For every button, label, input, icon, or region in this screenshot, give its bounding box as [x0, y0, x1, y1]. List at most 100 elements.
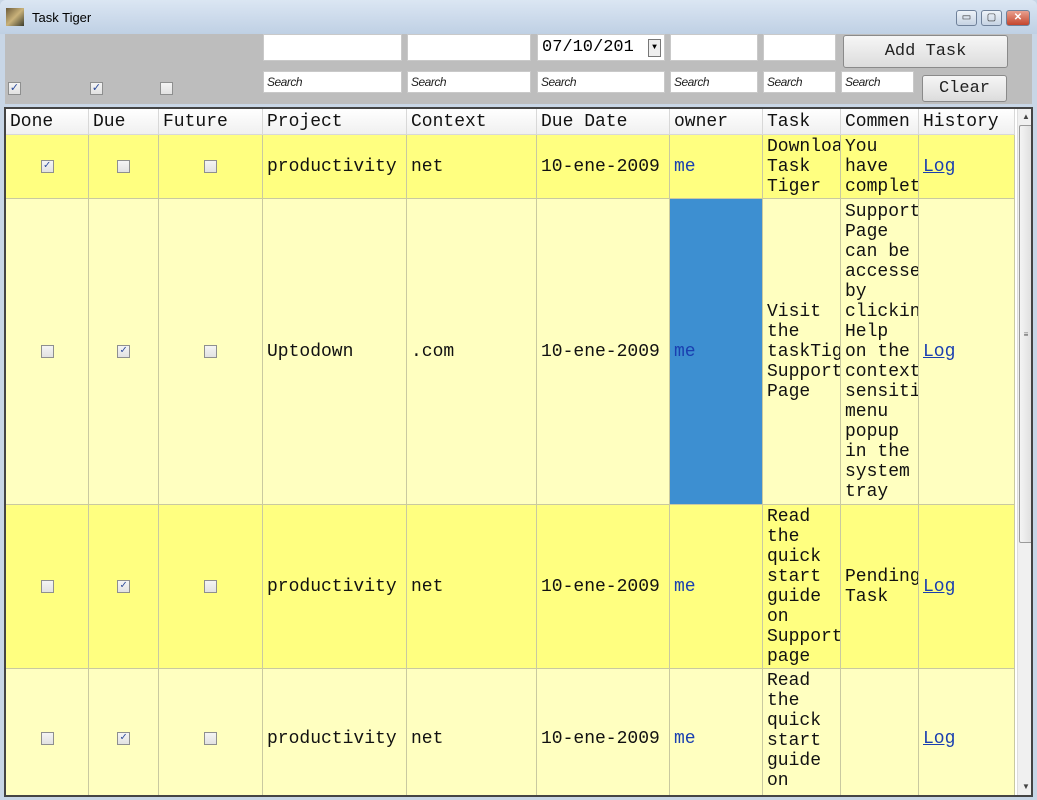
done-checkbox[interactable] — [40, 732, 54, 745]
cell-comments[interactable]: Support Page can be accessed by clicking… — [841, 199, 919, 505]
cell-due[interactable] — [89, 135, 159, 199]
tiger-app-icon — [6, 8, 24, 26]
cell-task[interactable]: Download Task Tiger — [763, 135, 841, 199]
cell-done[interactable] — [6, 669, 89, 795]
cell-future[interactable] — [159, 669, 263, 795]
done-checkbox[interactable] — [40, 345, 54, 358]
scrollbar-thumb[interactable]: ≡ — [1019, 125, 1031, 543]
cell-context[interactable]: .com — [407, 199, 537, 505]
cell-future[interactable] — [159, 199, 263, 505]
project-input[interactable] — [263, 34, 402, 61]
future-checkbox[interactable] — [204, 160, 217, 173]
log-link[interactable]: Log — [923, 342, 955, 362]
future-checkbox[interactable] — [204, 580, 217, 593]
vertical-scrollbar[interactable]: ▲ ≡ ▼ — [1017, 109, 1031, 795]
cell-due[interactable]: ✓ — [89, 199, 159, 505]
column-header-owner[interactable]: owner — [670, 109, 763, 135]
column-header-future[interactable]: Future — [159, 109, 263, 135]
due-date-search[interactable]: Search — [537, 71, 665, 93]
log-link[interactable]: Log — [923, 157, 955, 177]
due-checkbox[interactable] — [117, 160, 130, 173]
column-header-comments[interactable]: Commen — [841, 109, 919, 135]
due-filter-checkbox[interactable]: ✓ — [90, 82, 103, 95]
due_date-text: 10-ene-2009 — [541, 341, 660, 362]
cell-comments[interactable] — [841, 669, 919, 795]
cell-context[interactable]: net — [407, 505, 537, 669]
cell-task[interactable]: Read the quick start guide on Support pa… — [763, 505, 841, 669]
cell-history[interactable]: Log — [919, 135, 1015, 199]
due-date-picker[interactable]: 07/10/201 ▼ — [537, 34, 665, 61]
column-header-task[interactable]: Task — [763, 109, 841, 135]
scroll-down-arrow-icon[interactable]: ▼ — [1018, 779, 1031, 795]
context-search[interactable]: Search — [407, 71, 531, 93]
cell-done[interactable]: ✓ — [6, 135, 89, 199]
column-header-history[interactable]: History — [919, 109, 1015, 135]
column-header-label: History — [923, 111, 999, 132]
cell-owner[interactable]: me — [670, 199, 763, 505]
clear-button[interactable]: Clear — [922, 75, 1007, 102]
column-header-project[interactable]: Project — [263, 109, 407, 135]
project-search[interactable]: Search — [263, 71, 402, 93]
log-link[interactable]: Log — [923, 729, 955, 749]
cell-future[interactable] — [159, 135, 263, 199]
cell-history[interactable]: Log — [919, 199, 1015, 505]
owner-text: me — [674, 728, 696, 749]
done-checkbox[interactable]: ✓ — [40, 160, 54, 173]
cell-future[interactable] — [159, 505, 263, 669]
column-header-label: Done — [10, 111, 54, 132]
column-header-context[interactable]: Context — [407, 109, 537, 135]
dropdown-arrow-icon[interactable]: ▼ — [648, 39, 661, 57]
due-checkbox[interactable]: ✓ — [117, 580, 130, 593]
cell-context[interactable]: net — [407, 669, 537, 795]
future-checkbox[interactable] — [204, 345, 217, 358]
context-input[interactable] — [407, 34, 531, 61]
cell-comments[interactable]: Pending Task — [841, 505, 919, 669]
minimize-button[interactable]: ▭ — [956, 10, 977, 26]
cell-history[interactable]: Log — [919, 669, 1015, 795]
add-task-button[interactable]: Add Task — [843, 35, 1008, 68]
cell-due_date[interactable]: 10-ene-2009 — [537, 505, 670, 669]
cell-done[interactable] — [6, 199, 89, 505]
cell-project[interactable]: productivity — [263, 669, 407, 795]
task-input[interactable] — [763, 34, 836, 61]
cell-project[interactable]: Uptodown — [263, 199, 407, 505]
cell-comments[interactable]: You have complet — [841, 135, 919, 199]
due-date-value: 07/10/201 — [542, 38, 634, 57]
column-header-due[interactable]: Due — [89, 109, 159, 135]
column-header-label: Due Date — [541, 111, 628, 132]
cell-owner[interactable]: me — [670, 669, 763, 795]
cell-owner[interactable]: me — [670, 505, 763, 669]
done-filter-checkbox[interactable]: ✓ — [8, 82, 21, 95]
cell-due_date[interactable]: 10-ene-2009 — [537, 135, 670, 199]
cell-task[interactable]: Visit the taskTiger Support Page — [763, 199, 841, 505]
comments-search[interactable]: Search — [841, 71, 914, 93]
cell-project[interactable]: productivity — [263, 505, 407, 669]
due_date-text: 10-ene-2009 — [541, 728, 660, 749]
due-checkbox[interactable]: ✓ — [117, 345, 130, 358]
cell-done[interactable] — [6, 505, 89, 669]
scroll-up-arrow-icon[interactable]: ▲ — [1018, 109, 1031, 125]
task-search[interactable]: Search — [763, 71, 836, 93]
cell-project[interactable]: productivity — [263, 135, 407, 199]
column-header-done[interactable]: Done — [6, 109, 89, 135]
cell-owner[interactable]: me — [670, 135, 763, 199]
maximize-button[interactable]: ▢ — [981, 10, 1002, 26]
cell-context[interactable]: net — [407, 135, 537, 199]
close-button[interactable]: ✕ — [1006, 10, 1030, 26]
cell-due_date[interactable]: 10-ene-2009 — [537, 669, 670, 795]
cell-due[interactable]: ✓ — [89, 505, 159, 669]
column-header-due_date[interactable]: Due Date — [537, 109, 670, 135]
task-text: Read the quick start guide on — [767, 671, 822, 791]
log-link[interactable]: Log — [923, 577, 955, 597]
due-checkbox[interactable]: ✓ — [117, 732, 130, 745]
owner-input[interactable] — [670, 34, 758, 61]
cell-due[interactable]: ✓ — [89, 669, 159, 795]
cell-due_date[interactable]: 10-ene-2009 — [537, 199, 670, 505]
done-checkbox[interactable] — [40, 580, 54, 593]
future-checkbox[interactable] — [204, 732, 217, 745]
column-header-label: Task — [767, 111, 811, 132]
project-text: Uptodown — [267, 341, 354, 362]
cell-history[interactable]: Log — [919, 505, 1015, 669]
cell-task[interactable]: Read the quick start guide on — [763, 669, 841, 795]
owner-search[interactable]: Search — [670, 71, 758, 93]
